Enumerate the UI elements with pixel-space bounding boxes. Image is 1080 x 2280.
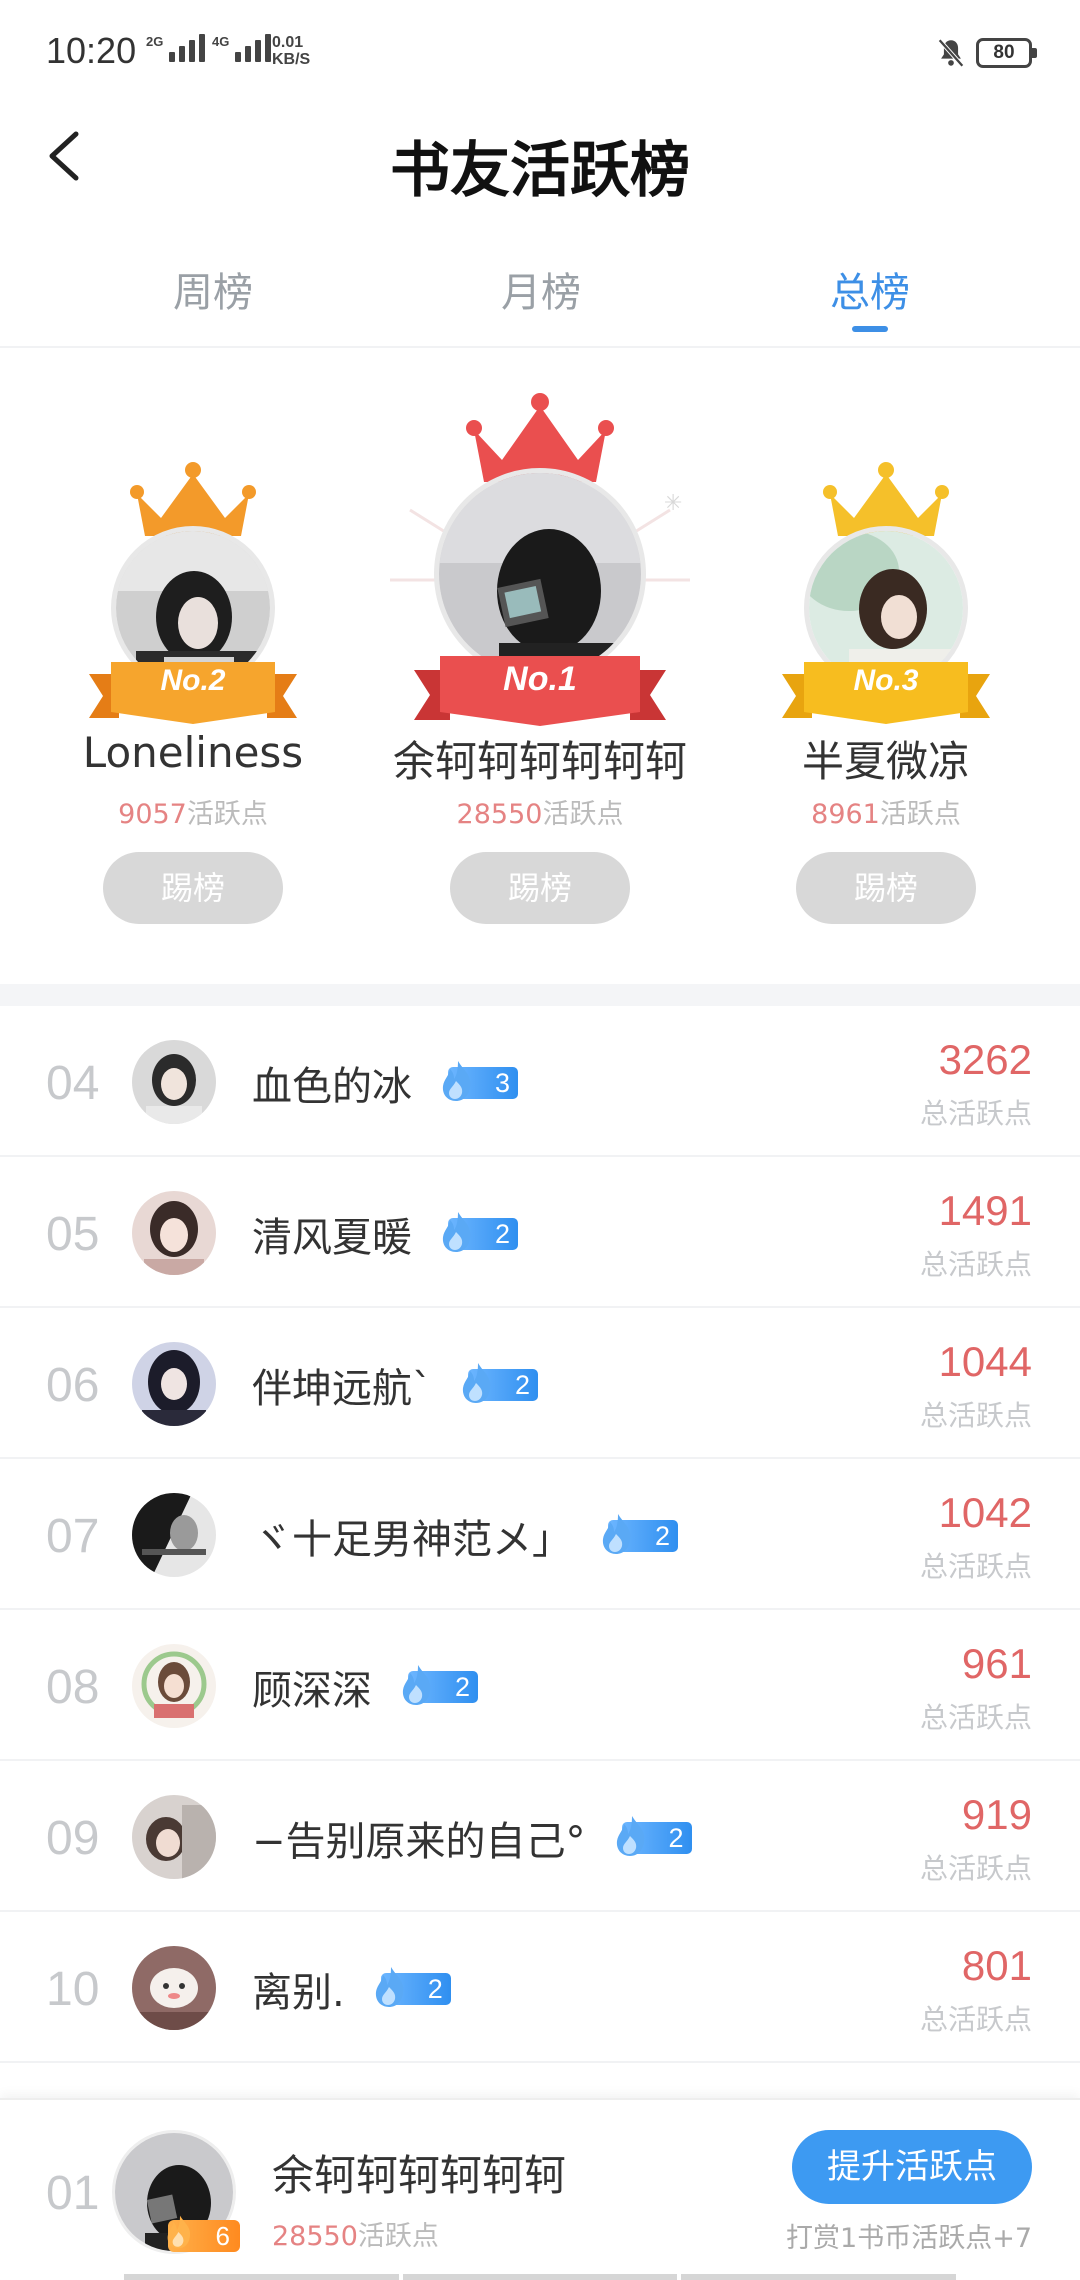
- avatar[interactable]: [132, 1644, 216, 1728]
- level-badge: 2: [612, 1816, 694, 1856]
- podium-points: 9057活跃点: [118, 799, 268, 830]
- level-badge: 2: [398, 1665, 480, 1705]
- podium-points: 28550活跃点: [456, 799, 624, 830]
- podium-points: 8961活跃点: [811, 799, 961, 830]
- active-tab-indicator: [852, 326, 888, 332]
- rank-number: 04: [46, 1057, 100, 1110]
- list-item[interactable]: 08 顾深深 2 961 总活跃点: [0, 1610, 1080, 1761]
- podium-name: Loneliness: [82, 728, 304, 777]
- flame-icon: [442, 1061, 471, 1101]
- rank-number: 09: [46, 1812, 100, 1865]
- score-value: 1491: [938, 1187, 1032, 1234]
- status-time: 10:20: [46, 30, 137, 71]
- score-label: 总活跃点: [919, 1399, 1032, 1432]
- svg-text:✳: ✳: [664, 491, 682, 516]
- flame-icon: [442, 1212, 471, 1252]
- user-name: 清风夏暖: [252, 1215, 412, 1261]
- reward-tip: 打赏1书币活跃点+7: [786, 2223, 1032, 2254]
- kick-button[interactable]: 踢榜: [450, 852, 630, 924]
- level-badge: 2: [458, 1363, 540, 1403]
- flame-icon: [167, 2215, 191, 2249]
- user-name: ヾ十足男神范メ」: [252, 1517, 572, 1563]
- podium-name: 半夏微凉: [801, 737, 970, 786]
- battery-icon: 80: [976, 38, 1037, 68]
- score-value: 1042: [938, 1489, 1032, 1536]
- flame-icon: [462, 1363, 491, 1403]
- user-name: 离别.: [252, 1970, 345, 2016]
- app-header: 书友活跃榜: [0, 100, 1080, 220]
- gesture-bar: [124, 2274, 957, 2280]
- tab-total[interactable]: 总榜: [770, 260, 970, 318]
- tab-monthly[interactable]: 月榜: [441, 260, 641, 318]
- my-level-badge: 6: [167, 2215, 240, 2252]
- score-label: 总活跃点: [919, 1701, 1032, 1734]
- rank-badge-third: No.3: [853, 664, 919, 697]
- user-name: 顾深深: [252, 1668, 372, 1714]
- score-value: 3262: [938, 1036, 1032, 1083]
- avatar[interactable]: [132, 1040, 216, 1124]
- my-points: 28550活跃点: [272, 2221, 439, 2252]
- rank-badge-first: No.1: [503, 660, 577, 698]
- network-speed: 0.01 KB/S: [272, 34, 310, 68]
- score-value: 1044: [938, 1338, 1032, 1385]
- level-badge: 2: [438, 1212, 520, 1252]
- list-item[interactable]: 05 清风夏暖 2 1491 总活跃点: [0, 1157, 1080, 1308]
- list-item[interactable]: 07 ヾ十足男神范メ」 2 1042 总活跃点: [0, 1459, 1080, 1610]
- avatar[interactable]: [132, 1795, 216, 1879]
- avatar[interactable]: [132, 1191, 216, 1275]
- page-title: 书友活跃榜: [390, 136, 690, 206]
- level-badge: 2: [371, 1967, 453, 2007]
- signal-4g-label: 4G: [212, 34, 230, 49]
- rank-badge-second: No.2: [160, 664, 226, 697]
- rank-number: 10: [46, 1963, 100, 2016]
- flame-icon: [616, 1816, 644, 1856]
- signal-4g-icon: 4G: [212, 34, 272, 62]
- tab-weekly[interactable]: 周榜: [113, 260, 313, 318]
- signal-2g-icon: 2G: [146, 34, 206, 62]
- avatar[interactable]: [132, 1342, 216, 1426]
- score-value: 801: [961, 1942, 1032, 1989]
- top-three-podium: No.2 Loneliness 9057活跃点 踢榜 ✳ No.1 余轲轲轲轲轲…: [0, 350, 1080, 980]
- my-rank-bar: 01 6 余轲轲轲轲轲轲 28550活跃点 提升活跃点 打赏1书币活跃点+7: [0, 2098, 1080, 2280]
- score-label: 总活跃点: [919, 1097, 1032, 1130]
- speed-unit: KB/S: [272, 51, 311, 68]
- speed-value: 0.01: [272, 34, 304, 51]
- my-rank-number: 01: [46, 2167, 100, 2220]
- signal-2g-label: 2G: [146, 34, 164, 49]
- rank-number: 07: [46, 1510, 100, 1563]
- user-name: 血色的冰: [252, 1064, 412, 1110]
- avatar[interactable]: [132, 1493, 216, 1577]
- ranking-list: 04 血色的冰 3 3262 总活跃点 05 清风夏暖 2 1491 总活跃点 …: [0, 1006, 1080, 2063]
- level-badge: 3: [438, 1061, 520, 1101]
- bell-muted-icon: [938, 38, 964, 68]
- score-label: 总活跃点: [919, 2003, 1032, 2036]
- score-label: 总活跃点: [919, 1248, 1032, 1281]
- user-name: 伴坤远航`: [252, 1366, 432, 1412]
- flame-icon: [602, 1514, 631, 1554]
- score-label: 总活跃点: [919, 1550, 1032, 1583]
- score-label: 总活跃点: [919, 1852, 1032, 1885]
- rank-number: 06: [46, 1359, 100, 1412]
- podium-name: 余轲轲轲轲轲轲: [392, 737, 687, 786]
- level-badge: 2: [598, 1514, 680, 1554]
- kick-button[interactable]: 踢榜: [796, 852, 976, 924]
- user-name: −告别原来的自己°: [252, 1819, 586, 1865]
- my-name: 余轲轲轲轲轲轲: [272, 2151, 567, 2200]
- status-bar: 10:20 2G 4G 0.01 KB/S 80: [0, 0, 1080, 100]
- kick-button[interactable]: 踢榜: [103, 852, 283, 924]
- list-item[interactable]: 06 伴坤远航` 2 1044 总活跃点: [0, 1308, 1080, 1459]
- ranking-tabs: 周榜 月榜 总榜: [0, 230, 1080, 348]
- flame-icon: [402, 1665, 431, 1705]
- score-value: 919: [961, 1791, 1032, 1838]
- flame-icon: [375, 1967, 404, 2007]
- list-item[interactable]: 04 血色的冰 3 3262 总活跃点: [0, 1006, 1080, 1157]
- list-item[interactable]: 09 −告别原来的自己° 2 919 总活跃点: [0, 1761, 1080, 1912]
- rank-number: 08: [46, 1661, 100, 1714]
- score-value: 961: [961, 1640, 1032, 1687]
- boost-activity-button[interactable]: 提升活跃点: [792, 2130, 1032, 2204]
- rank-number: 05: [46, 1208, 100, 1261]
- section-divider: [0, 984, 1080, 1006]
- avatar[interactable]: [132, 1946, 216, 2030]
- list-item[interactable]: 10 离别. 2 801 总活跃点: [0, 1912, 1080, 2063]
